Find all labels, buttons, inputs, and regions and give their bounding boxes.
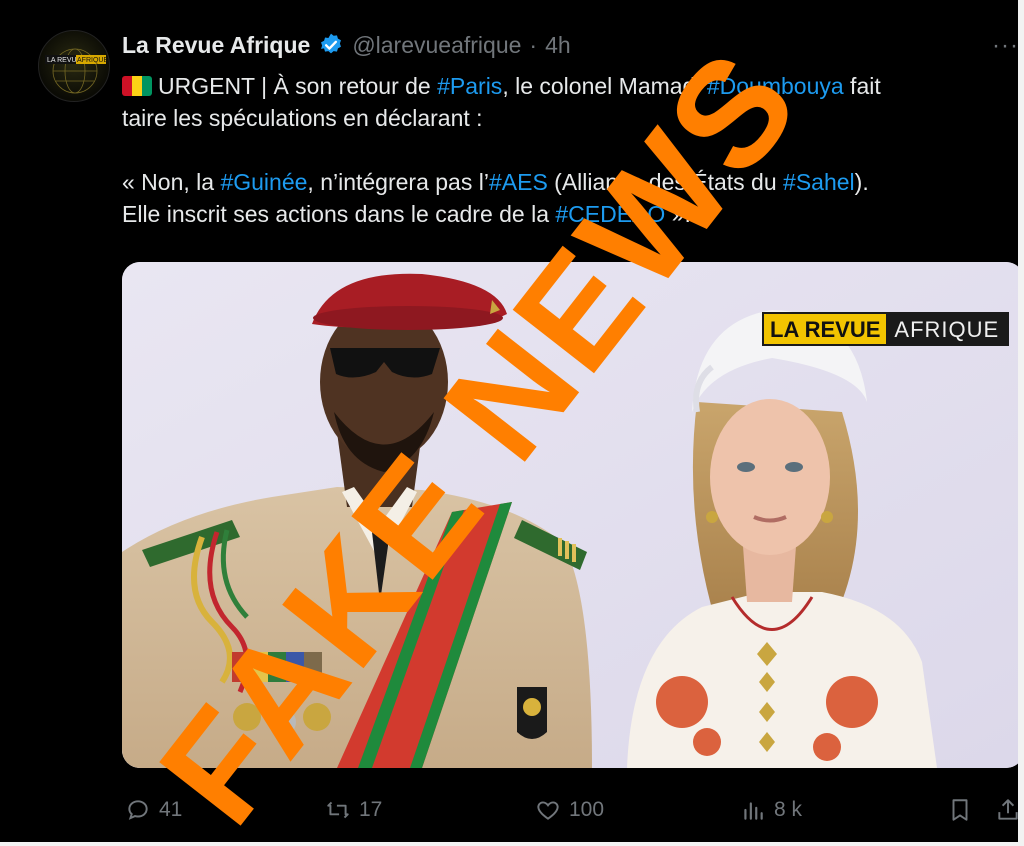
hashtag-sahel[interactable]: #Sahel <box>783 169 855 195</box>
verified-badge-icon[interactable] <box>318 32 344 58</box>
tweet-card[interactable]: LA REVUE AFRIQUE La Revue Afrique @larev… <box>0 0 1024 846</box>
bookmark-button[interactable] <box>947 790 973 830</box>
bookmark-icon <box>952 799 968 821</box>
heart-icon <box>537 801 559 820</box>
watermark-part-1: LA REVUE <box>764 314 887 344</box>
tweet-photo[interactable]: LA REVUE AFRIQUE <box>122 262 1018 768</box>
avatar-logo-icon: LA REVUE AFRIQUE <box>45 48 108 94</box>
like-button[interactable]: 100 <box>535 790 604 830</box>
hashtag-guinee[interactable]: #Guinée <box>220 169 307 195</box>
guinea-flag-icon <box>122 76 152 96</box>
tweet-blank-line <box>122 134 1002 166</box>
tweet-line-3: « Non, la #Guinée, n’intégrera pas l’#AE… <box>122 169 869 195</box>
tweet-header: La Revue Afrique @larevueafrique · 4h <box>122 30 571 60</box>
header-separator: · <box>529 31 538 58</box>
svg-text:AFRIQUE: AFRIQUE <box>77 57 108 64</box>
tweet-line-2: taire les spéculations en déclarant : <box>122 105 483 131</box>
more-options-icon[interactable]: ··· <box>992 32 1018 60</box>
hashtag-cedeao[interactable]: #CEDEAO <box>555 201 665 227</box>
share-icon <box>998 799 1018 820</box>
tweet-text: URGENT | À son retour de #Paris, le colo… <box>122 70 1002 230</box>
reply-icon <box>128 800 148 820</box>
repost-count: 17 <box>359 798 383 821</box>
hashtag-aes[interactable]: #AES <box>489 169 548 195</box>
author-handle[interactable]: @larevueafrique <box>352 32 521 59</box>
views-count: 8 k <box>774 798 803 821</box>
tweet-line-4: Elle inscrit ses actions dans le cadre d… <box>122 201 691 227</box>
views-button[interactable]: 8 k <box>740 790 802 830</box>
hashtag-doumbouya[interactable]: #Doumbouya <box>707 73 844 99</box>
watermark-part-2: AFRIQUE <box>886 314 1008 344</box>
like-count: 100 <box>569 798 605 821</box>
author-name[interactable]: La Revue Afrique <box>122 32 310 59</box>
reply-count: 41 <box>159 798 183 821</box>
repost-button[interactable]: 17 <box>325 790 382 830</box>
action-bar: 41 17 100 8 k <box>0 790 1018 830</box>
hashtag-paris[interactable]: #Paris <box>437 73 502 99</box>
tweet-line-1: URGENT | À son retour de #Paris, le colo… <box>122 70 1002 102</box>
watermark-brand: LA REVUE AFRIQUE <box>762 312 1010 346</box>
reply-button[interactable]: 41 <box>125 790 182 830</box>
author-avatar[interactable]: LA REVUE AFRIQUE <box>38 30 110 102</box>
views-chart-icon <box>744 802 763 820</box>
share-button[interactable] <box>995 790 1018 830</box>
repost-icon <box>327 801 349 819</box>
tweet-timestamp[interactable]: 4h <box>545 32 571 59</box>
